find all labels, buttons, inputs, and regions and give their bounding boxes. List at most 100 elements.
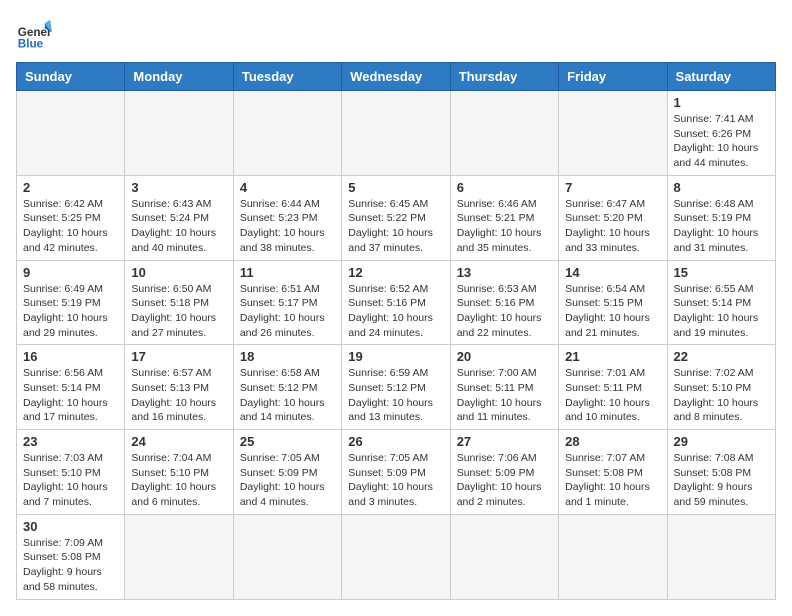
day-info: Sunrise: 6:48 AM Sunset: 5:19 PM Dayligh… — [674, 197, 769, 256]
day-cell — [667, 514, 775, 599]
day-number: 17 — [131, 349, 226, 364]
week-row-1: 1 Sunrise: 7:41 AM Sunset: 6:26 PM Daylig… — [17, 91, 776, 176]
day-info: Sunrise: 7:06 AM Sunset: 5:09 PM Dayligh… — [457, 451, 552, 510]
day-number: 30 — [23, 519, 118, 534]
day-info: Sunrise: 7:05 AM Sunset: 5:09 PM Dayligh… — [348, 451, 443, 510]
day-cell: 19Sunrise: 6:59 AM Sunset: 5:12 PM Dayli… — [342, 345, 450, 430]
day-header-thursday: Thursday — [450, 63, 558, 91]
day-cell: 7 Sunrise: 6:47 AM Sunset: 5:20 PM Daylig… — [559, 175, 667, 260]
day-info: Sunrise: 6:50 AM Sunset: 5:18 PM Dayligh… — [131, 282, 226, 341]
day-number: 27 — [457, 434, 552, 449]
day-number: 8 — [674, 180, 769, 195]
day-info: Sunrise: 6:54 AM Sunset: 5:15 PM Dayligh… — [565, 282, 660, 341]
day-info: Sunrise: 6:49 AM Sunset: 5:19 PM Dayligh… — [23, 282, 118, 341]
day-number: 18 — [240, 349, 335, 364]
day-header-tuesday: Tuesday — [233, 63, 341, 91]
day-header-friday: Friday — [559, 63, 667, 91]
day-info: Sunrise: 6:44 AM Sunset: 5:23 PM Dayligh… — [240, 197, 335, 256]
week-row-5: 23 Sunrise: 7:03 AM Sunset: 5:10 PM Dayli… — [17, 430, 776, 515]
day-cell — [342, 514, 450, 599]
day-info: Sunrise: 6:57 AM Sunset: 5:13 PM Dayligh… — [131, 366, 226, 425]
day-number: 20 — [457, 349, 552, 364]
day-cell: 14 Sunrise: 6:54 AM Sunset: 5:15 PM Dayli… — [559, 260, 667, 345]
week-row-2: 2Sunrise: 6:42 AM Sunset: 5:25 PM Daylig… — [17, 175, 776, 260]
day-cell: 8 Sunrise: 6:48 AM Sunset: 5:19 PM Daylig… — [667, 175, 775, 260]
day-number: 12 — [348, 265, 443, 280]
day-number: 13 — [457, 265, 552, 280]
day-number: 11 — [240, 265, 335, 280]
svg-text:Blue: Blue — [18, 38, 44, 51]
calendar-header-row: SundayMondayTuesdayWednesdayThursdayFrid… — [17, 63, 776, 91]
day-info: Sunrise: 7:01 AM Sunset: 5:11 PM Dayligh… — [565, 366, 660, 425]
day-cell — [233, 514, 341, 599]
day-number: 9 — [23, 265, 118, 280]
day-cell — [450, 514, 558, 599]
day-number: 14 — [565, 265, 660, 280]
day-info: Sunrise: 6:52 AM Sunset: 5:16 PM Dayligh… — [348, 282, 443, 341]
day-number: 24 — [131, 434, 226, 449]
page-header: General Blue — [16, 16, 776, 52]
day-info: Sunrise: 7:41 AM Sunset: 6:26 PM Dayligh… — [674, 112, 769, 171]
week-row-3: 9 Sunrise: 6:49 AM Sunset: 5:19 PM Daylig… — [17, 260, 776, 345]
day-number: 7 — [565, 180, 660, 195]
day-info: Sunrise: 7:02 AM Sunset: 5:10 PM Dayligh… — [674, 366, 769, 425]
day-cell: 6Sunrise: 6:46 AM Sunset: 5:21 PM Daylig… — [450, 175, 558, 260]
day-number: 2 — [23, 180, 118, 195]
day-number: 1 — [674, 95, 769, 110]
day-header-monday: Monday — [125, 63, 233, 91]
day-cell: 23 Sunrise: 7:03 AM Sunset: 5:10 PM Dayli… — [17, 430, 125, 515]
day-info: Sunrise: 6:45 AM Sunset: 5:22 PM Dayligh… — [348, 197, 443, 256]
day-number: 22 — [674, 349, 769, 364]
day-cell: 25 Sunrise: 7:05 AM Sunset: 5:09 PM Dayli… — [233, 430, 341, 515]
day-info: Sunrise: 6:55 AM Sunset: 5:14 PM Dayligh… — [674, 282, 769, 341]
day-info: Sunrise: 7:09 AM Sunset: 5:08 PM Dayligh… — [23, 536, 118, 595]
day-cell: 13 Sunrise: 6:53 AM Sunset: 5:16 PM Dayli… — [450, 260, 558, 345]
week-row-6: 30 Sunrise: 7:09 AM Sunset: 5:08 PM Dayli… — [17, 514, 776, 599]
day-info: Sunrise: 6:53 AM Sunset: 5:16 PM Dayligh… — [457, 282, 552, 341]
day-cell: 27 Sunrise: 7:06 AM Sunset: 5:09 PM Dayli… — [450, 430, 558, 515]
day-info: Sunrise: 7:04 AM Sunset: 5:10 PM Dayligh… — [131, 451, 226, 510]
day-header-sunday: Sunday — [17, 63, 125, 91]
day-cell: 11 Sunrise: 6:51 AM Sunset: 5:17 PM Dayli… — [233, 260, 341, 345]
day-number: 28 — [565, 434, 660, 449]
day-cell — [125, 91, 233, 176]
day-number: 25 — [240, 434, 335, 449]
day-cell: 28Sunrise: 7:07 AM Sunset: 5:08 PM Dayli… — [559, 430, 667, 515]
day-info: Sunrise: 7:03 AM Sunset: 5:10 PM Dayligh… — [23, 451, 118, 510]
logo-icon: General Blue — [16, 16, 52, 52]
day-number: 21 — [565, 349, 660, 364]
day-cell: 17 Sunrise: 6:57 AM Sunset: 5:13 PM Dayli… — [125, 345, 233, 430]
day-cell — [450, 91, 558, 176]
day-cell: 22 Sunrise: 7:02 AM Sunset: 5:10 PM Dayli… — [667, 345, 775, 430]
day-info: Sunrise: 6:56 AM Sunset: 5:14 PM Dayligh… — [23, 366, 118, 425]
day-cell: 5 Sunrise: 6:45 AM Sunset: 5:22 PM Daylig… — [342, 175, 450, 260]
day-number: 23 — [23, 434, 118, 449]
day-cell — [559, 514, 667, 599]
day-info: Sunrise: 6:58 AM Sunset: 5:12 PM Dayligh… — [240, 366, 335, 425]
day-number: 16 — [23, 349, 118, 364]
day-cell: 9 Sunrise: 6:49 AM Sunset: 5:19 PM Daylig… — [17, 260, 125, 345]
day-info: Sunrise: 6:51 AM Sunset: 5:17 PM Dayligh… — [240, 282, 335, 341]
day-number: 3 — [131, 180, 226, 195]
day-cell: 20 Sunrise: 7:00 AM Sunset: 5:11 PM Dayli… — [450, 345, 558, 430]
day-cell: 18 Sunrise: 6:58 AM Sunset: 5:12 PM Dayli… — [233, 345, 341, 430]
day-info: Sunrise: 7:00 AM Sunset: 5:11 PM Dayligh… — [457, 366, 552, 425]
day-cell: 4 Sunrise: 6:44 AM Sunset: 5:23 PM Daylig… — [233, 175, 341, 260]
day-info: Sunrise: 6:47 AM Sunset: 5:20 PM Dayligh… — [565, 197, 660, 256]
logo: General Blue — [16, 16, 52, 52]
day-number: 6 — [457, 180, 552, 195]
day-cell: 15 Sunrise: 6:55 AM Sunset: 5:14 PM Dayli… — [667, 260, 775, 345]
day-cell — [125, 514, 233, 599]
day-cell: 3Sunrise: 6:43 AM Sunset: 5:24 PM Daylig… — [125, 175, 233, 260]
day-cell: 26 Sunrise: 7:05 AM Sunset: 5:09 PM Dayli… — [342, 430, 450, 515]
day-number: 5 — [348, 180, 443, 195]
day-number: 15 — [674, 265, 769, 280]
day-number: 26 — [348, 434, 443, 449]
day-info: Sunrise: 7:05 AM Sunset: 5:09 PM Dayligh… — [240, 451, 335, 510]
day-cell: 2Sunrise: 6:42 AM Sunset: 5:25 PM Daylig… — [17, 175, 125, 260]
day-header-wednesday: Wednesday — [342, 63, 450, 91]
day-info: Sunrise: 7:08 AM Sunset: 5:08 PM Dayligh… — [674, 451, 769, 510]
day-number: 10 — [131, 265, 226, 280]
day-cell: 1 Sunrise: 7:41 AM Sunset: 6:26 PM Daylig… — [667, 91, 775, 176]
day-number: 4 — [240, 180, 335, 195]
